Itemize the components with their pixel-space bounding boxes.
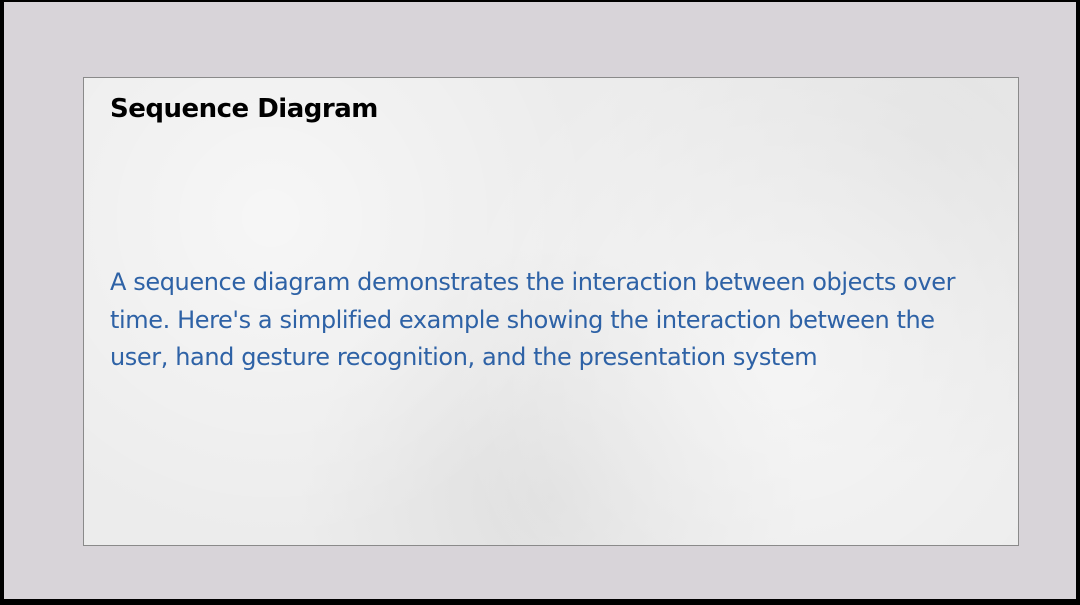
slide-title: Sequence Diagram	[110, 94, 378, 124]
slide-viewport: Sequence Diagram A sequence diagram demo…	[4, 2, 1076, 599]
screen: Sequence Diagram A sequence diagram demo…	[0, 0, 1080, 605]
slide: Sequence Diagram A sequence diagram demo…	[83, 77, 1019, 546]
slide-body-text: A sequence diagram demonstrates the inte…	[110, 268, 956, 371]
